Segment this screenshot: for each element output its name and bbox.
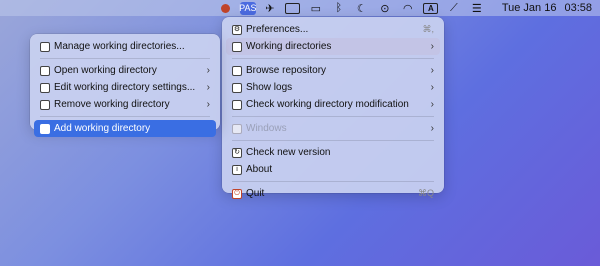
clock-date: Tue Jan 16	[501, 2, 557, 14]
input-source-label: A	[423, 2, 439, 14]
menu-item-label: Browse repository	[246, 65, 327, 76]
separator	[40, 58, 210, 59]
check-icon	[232, 99, 242, 110]
windows-icon	[232, 123, 242, 134]
chevron-right-icon: ›	[206, 82, 210, 93]
menu-item-remove-working-directory[interactable]: Remove working directory ›	[34, 96, 216, 113]
record-dot-icon[interactable]	[217, 1, 235, 15]
menu-bar: PAS ✈ ▭ ᛒ ☾ ⊙ ◠ A ⟋ ☰ Tue Jan 16 03:58	[0, 0, 600, 16]
menu-item-browse-repository[interactable]: Browse repository ›	[226, 62, 440, 79]
pen-icon[interactable]: ⟋	[445, 1, 463, 15]
menu-item-label: Open working directory	[54, 65, 157, 76]
separator	[232, 181, 434, 182]
repository-icon	[232, 65, 242, 76]
bluetooth-icon[interactable]: ᛒ	[330, 1, 348, 15]
input-source-icon[interactable]: A	[422, 1, 440, 15]
clock[interactable]: Tue Jan 16 03:58	[494, 2, 592, 14]
separator	[232, 140, 434, 141]
remove-icon	[40, 99, 50, 110]
separator	[232, 58, 434, 59]
menu-item-label: Manage working directories...	[54, 41, 185, 52]
control-center-icon[interactable]: ☰	[468, 1, 486, 15]
moon-icon[interactable]: ☾	[353, 1, 371, 15]
airplane-icon[interactable]: ✈	[261, 1, 279, 15]
info-icon: i	[232, 164, 242, 175]
display-icon[interactable]: ▭	[307, 1, 325, 15]
chevron-right-icon: ›	[430, 123, 434, 134]
update-icon: ↻	[232, 147, 242, 158]
menu-item-edit-working-directory-settings[interactable]: Edit working directory settings... ›	[34, 79, 216, 96]
headphones-icon[interactable]: ◠	[399, 1, 417, 15]
open-folder-icon	[40, 65, 50, 76]
chevron-right-icon: ›	[206, 99, 210, 110]
menu-item-label: Working directories	[246, 41, 332, 52]
menu-item-label: Preferences...	[246, 24, 309, 35]
menu-item-label: Quit	[246, 188, 265, 199]
clock-time: 03:58	[564, 2, 592, 14]
menu-item-manage-working-directories[interactable]: Manage working directories...	[34, 38, 216, 55]
working-directories-submenu: Manage working directories... Open worki…	[30, 34, 220, 137]
play-icon[interactable]: ⊙	[376, 1, 394, 15]
menu-item-quit[interactable]: ⏻ Quit ⌘Q	[226, 185, 440, 202]
menu-item-show-logs[interactable]: Show logs ›	[226, 79, 440, 96]
chevron-right-icon: ›	[206, 65, 210, 76]
app-icon[interactable]: PAS	[239, 1, 257, 15]
chevron-right-icon: ›	[430, 99, 434, 110]
menu-item-label: Check new version	[246, 147, 331, 158]
gear-icon: ⚙	[232, 24, 242, 35]
logs-icon	[232, 82, 242, 93]
window-icon[interactable]	[284, 1, 302, 15]
chevron-right-icon: ›	[430, 82, 434, 93]
menu-item-label: Remove working directory	[54, 99, 170, 110]
app-menu: ⚙ Preferences... ⌘, Working directories …	[222, 17, 444, 199]
shortcut-label: ⌘,	[422, 24, 434, 34]
menu-item-label: Edit working directory settings...	[54, 82, 196, 93]
menu-item-preferences[interactable]: ⚙ Preferences... ⌘,	[226, 21, 440, 38]
edit-icon	[40, 82, 50, 93]
power-icon: ⏻	[232, 188, 242, 199]
menu-item-add-working-directory[interactable]: Add working directory	[34, 120, 216, 137]
menu-item-windows: Windows ›	[226, 120, 440, 137]
menu-item-label: Windows	[246, 123, 287, 134]
menu-item-working-directories[interactable]: Working directories ›	[226, 38, 440, 55]
chevron-right-icon: ›	[430, 41, 434, 52]
menu-item-about[interactable]: i About	[226, 161, 440, 178]
menu-item-label: Check working directory modification	[246, 99, 409, 110]
add-icon	[40, 123, 50, 134]
menu-item-check-new-version[interactable]: ↻ Check new version	[226, 144, 440, 161]
separator	[40, 116, 210, 117]
folder-icon	[232, 41, 242, 52]
chevron-right-icon: ›	[430, 65, 434, 76]
menu-item-open-working-directory[interactable]: Open working directory ›	[34, 62, 216, 79]
manage-icon	[40, 41, 50, 52]
separator	[232, 116, 434, 117]
menu-item-label: Show logs	[246, 82, 293, 93]
shortcut-label: ⌘Q	[417, 188, 434, 198]
menu-item-check-modification[interactable]: Check working directory modification ›	[226, 96, 440, 113]
menu-item-label: Add working directory	[54, 123, 151, 134]
menu-item-label: About	[246, 164, 273, 175]
